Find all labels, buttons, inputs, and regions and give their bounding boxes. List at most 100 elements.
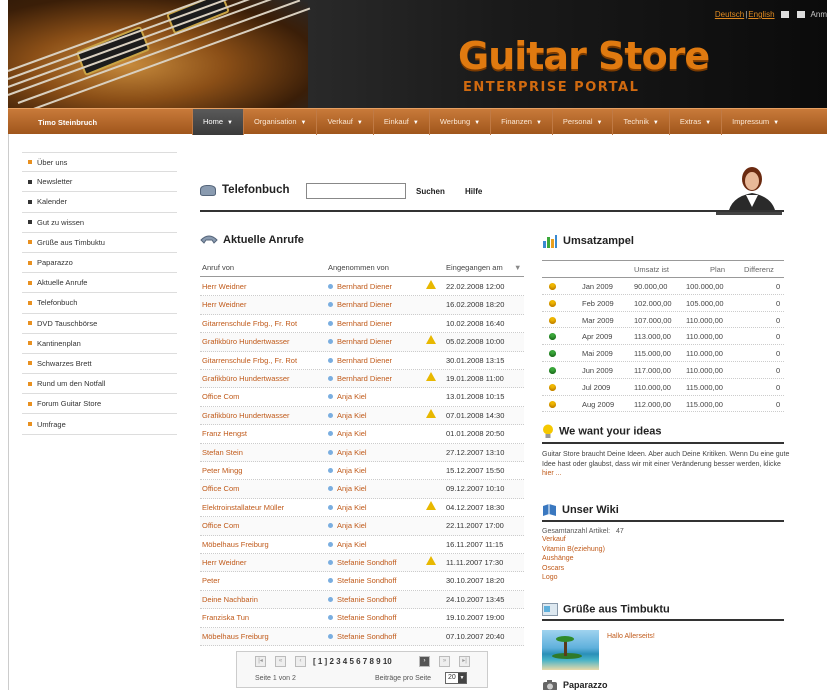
col-date[interactable]: Eingegangen am (446, 263, 503, 272)
prev-page-icon[interactable]: ‹ (295, 656, 306, 667)
table-row[interactable]: Grafikbüro Hundertwasser Bernhard Diener 0… (200, 333, 524, 352)
wiki-link[interactable]: Aushänge (542, 554, 784, 564)
receiver-cell[interactable]: Stefanie Sondhoff (328, 613, 397, 622)
receiver-cell[interactable]: Bernhard Diener (328, 319, 392, 328)
sidebar-item[interactable]: Kantinenplan (22, 334, 177, 354)
receiver-cell[interactable]: Anja Kiel (328, 411, 367, 420)
table-row[interactable]: Herr Weidner Bernhard Diener 16.02.2008 18… (200, 296, 524, 315)
caller-link[interactable]: Grafikbüro Hundertwasser (202, 411, 290, 420)
table-row[interactable]: Office Com Anja Kiel 22.11.2007 17:00 (200, 517, 524, 536)
receiver-cell[interactable]: Anja Kiel (328, 540, 367, 549)
table-row[interactable]: Franz Hengst Anja Kiel 01.01.2008 20:50 (200, 425, 524, 444)
receiver-cell[interactable]: Anja Kiel (328, 466, 367, 475)
table-row[interactable]: Möbelhaus Freiburg Anja Kiel 16.11.2007 11… (200, 536, 524, 554)
receiver-cell[interactable]: Stefanie Sondhoff (328, 576, 397, 585)
nav-item-personal[interactable]: Personal ▼ (551, 109, 613, 135)
lang-deutsch-link[interactable]: Deutsch (715, 10, 744, 19)
receiver-cell[interactable]: Bernhard Diener (328, 374, 392, 383)
search-button[interactable]: Suchen (416, 187, 445, 196)
sidebar-item[interactable]: DVD Tauschbörse (22, 314, 177, 334)
caller-link[interactable]: Gitarrenschule Frbg., Fr. Rot (202, 319, 297, 328)
wiki-link[interactable]: Vitamin B(eziehung) (542, 545, 784, 555)
sidebar-item[interactable]: Schwarzes Brett (22, 354, 177, 375)
sidebar-item[interactable]: Aktuelle Anrufe (22, 273, 177, 294)
table-row[interactable]: Peter Mingg Anja Kiel 15.12.2007 15:50 (200, 462, 524, 481)
caller-link[interactable]: Gitarrenschule Frbg., Fr. Rot (202, 356, 297, 365)
prev-pages-icon[interactable]: « (275, 656, 286, 667)
caller-link[interactable]: Grafikbüro Hundertwasser (202, 337, 290, 346)
table-row[interactable]: Office Com Anja Kiel 09.12.2007 10:10 (200, 480, 524, 499)
ideas-link[interactable]: hier ... (542, 470, 784, 477)
next-page-icon[interactable]: › (419, 656, 430, 667)
table-row[interactable]: Elektroinstallateur Müller Anja Kiel 04.12… (200, 499, 524, 518)
table-row[interactable]: Herr Weidner Bernhard Diener 22.02.2008 12… (200, 278, 524, 297)
sidebar-item[interactable]: Telefonbuch (22, 293, 177, 314)
caller-link[interactable]: Herr Weidner (202, 558, 246, 567)
sidebar-item[interactable]: Rund um den Notfall (22, 374, 177, 395)
table-row[interactable]: Peter Stefanie Sondhoff 30.10.2007 18:20 (200, 572, 524, 591)
sort-desc-icon[interactable]: ▼ (514, 263, 521, 272)
nav-item-werbung[interactable]: Werbung ▼ (428, 109, 490, 135)
col-from[interactable]: Anruf von (202, 263, 234, 272)
nav-item-einkauf[interactable]: Einkauf ▼ (372, 109, 429, 135)
caller-link[interactable]: Office Com (202, 484, 239, 493)
phonebook-search-input[interactable] (306, 183, 406, 199)
caller-link[interactable]: Grafikbüro Hundertwasser (202, 374, 290, 383)
nav-item-organisation[interactable]: Organisation ▼ (242, 109, 316, 135)
nav-item-impressum[interactable]: Impressum ▼ (721, 109, 789, 135)
receiver-cell[interactable]: Anja Kiel (328, 521, 367, 530)
wiki-link[interactable]: Verkauf (542, 535, 784, 545)
table-row[interactable]: Deine Nachbarin Stefanie Sondhoff 24.10.20… (200, 590, 524, 610)
receiver-cell[interactable]: Anja Kiel (328, 484, 367, 493)
caller-link[interactable]: Möbelhaus Freiburg (202, 540, 269, 549)
greetings-image[interactable] (542, 630, 599, 670)
first-page-icon[interactable]: |◂ (255, 656, 266, 667)
login-link[interactable]: Anm (811, 10, 827, 19)
table-row[interactable]: Gitarrenschule Frbg., Fr. Rot Bernhard Di… (200, 315, 524, 334)
sidebar-item[interactable]: Umfrage (22, 414, 177, 435)
sidebar-item[interactable]: Grüße aus Timbuktu (22, 233, 177, 253)
greetings-link[interactable]: Hallo Allerseits! (607, 633, 655, 640)
receiver-cell[interactable]: Anja Kiel (328, 392, 367, 401)
caller-link[interactable]: Peter (202, 576, 220, 585)
receiver-cell[interactable]: Stefanie Sondhoff (328, 595, 397, 604)
page-list[interactable]: [ 1 ] 2 3 4 5 6 7 8 9 10 (313, 657, 392, 666)
caller-link[interactable]: Franziska Tun (202, 613, 249, 622)
table-row[interactable]: Grafikbüro Hundertwasser Anja Kiel 07.01.2… (200, 406, 524, 426)
sidebar-item[interactable]: Newsletter (22, 172, 177, 193)
sidebar-item[interactable]: Forum Guitar Store (22, 394, 177, 415)
receiver-cell[interactable]: Anja Kiel (328, 503, 367, 512)
caller-link[interactable]: Office Com (202, 392, 239, 401)
wiki-link[interactable]: Logo (542, 573, 784, 583)
caller-link[interactable]: Herr Weidner (202, 282, 246, 291)
caller-link[interactable]: Deine Nachbarin (202, 595, 258, 604)
receiver-cell[interactable]: Stefanie Sondhoff (328, 632, 397, 641)
table-row[interactable]: Möbelhaus Freiburg Stefanie Sondhoff 07.10… (200, 627, 524, 646)
caller-link[interactable]: Franz Hengst (202, 429, 247, 438)
receiver-cell[interactable]: Bernhard Diener (328, 282, 392, 291)
col-received-by[interactable]: Angenommen von (328, 263, 389, 272)
caller-link[interactable]: Peter Mingg (202, 466, 242, 475)
caller-link[interactable]: Office Com (202, 521, 239, 530)
sidebar-item[interactable]: Gut zu wissen (22, 213, 177, 233)
nav-item-extras[interactable]: Extras ▼ (668, 109, 721, 135)
nav-item-verkauf[interactable]: Verkauf ▼ (316, 109, 372, 135)
print-icon[interactable] (780, 11, 789, 19)
window-icon[interactable] (796, 11, 805, 19)
nav-item-home[interactable]: Home ▼ (192, 109, 243, 135)
caller-link[interactable]: Stefan Stein (202, 448, 243, 457)
last-page-icon[interactable]: ▸| (459, 656, 470, 667)
nav-item-technik[interactable]: Technik ▼ (612, 109, 668, 135)
receiver-cell[interactable]: Anja Kiel (328, 448, 367, 457)
sidebar-item[interactable]: Paparazzo (22, 253, 177, 274)
table-row[interactable]: Franziska Tun Stefanie Sondhoff 19.10.2007… (200, 609, 524, 628)
sidebar-item[interactable]: Kalender (22, 192, 177, 213)
table-row[interactable]: Grafikbüro Hundertwasser Bernhard Diener 1… (200, 370, 524, 389)
page-numbers[interactable]: [ 1 ] 2 3 4 5 6 7 8 9 10 (313, 657, 392, 666)
sidebar-item[interactable]: Über uns (22, 152, 177, 173)
receiver-cell[interactable]: Anja Kiel (328, 429, 367, 438)
receiver-cell[interactable]: Bernhard Diener (328, 337, 392, 346)
receiver-cell[interactable]: Bernhard Diener (328, 356, 392, 365)
table-row[interactable]: Herr Weidner Stefanie Sondhoff 11.11.2007 … (200, 554, 524, 573)
wiki-link[interactable]: Oscars (542, 564, 784, 574)
